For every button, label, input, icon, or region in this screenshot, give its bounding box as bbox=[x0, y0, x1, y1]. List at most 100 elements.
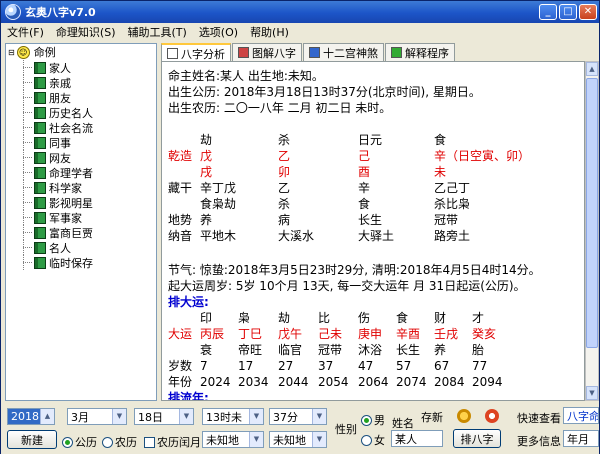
info-line: 出生农历: 二〇一八年 二月 初二日 未时。 bbox=[168, 101, 392, 115]
maximize-icon[interactable]: □ bbox=[559, 4, 577, 20]
tree-item[interactable]: 家人 bbox=[6, 60, 156, 75]
paibazi-button[interactable]: 排八字 bbox=[453, 429, 501, 448]
minimize-icon[interactable]: _ bbox=[539, 4, 557, 20]
scroll-down-icon[interactable]: ▼ bbox=[586, 386, 598, 400]
menu-file[interactable]: 文件(F) bbox=[1, 24, 50, 40]
tree-item-label: 富商巨贾 bbox=[49, 226, 93, 240]
minute-select[interactable]: 37分 ▼ bbox=[269, 408, 327, 425]
book-icon bbox=[34, 166, 46, 179]
dayun-cell: 帝旺 bbox=[238, 343, 263, 357]
scroll-up-icon[interactable]: ▲ bbox=[586, 62, 598, 76]
tree-item-label: 命理学者 bbox=[49, 166, 93, 180]
tree-item[interactable]: 富商巨贾 bbox=[6, 225, 156, 240]
dayun-cell: 37 bbox=[318, 359, 334, 373]
lunar-radio[interactable]: 农历 bbox=[102, 434, 137, 450]
pillar-cell: 食 bbox=[358, 197, 371, 211]
radio-dot[interactable] bbox=[62, 436, 73, 448]
name-input[interactable]: 某人 bbox=[391, 430, 443, 447]
info-line: 命主姓名:某人 出生地:未知。 bbox=[168, 69, 324, 83]
row-label: 地势 bbox=[168, 213, 193, 227]
save-label[interactable]: 存新 bbox=[421, 409, 443, 425]
dayun-cell: 壬戌 bbox=[434, 327, 459, 341]
collapse-icon[interactable]: ⊟ bbox=[8, 48, 15, 57]
book-icon bbox=[34, 61, 46, 74]
more-info-label[interactable]: 更多信息 bbox=[517, 433, 561, 449]
day-select[interactable]: 18日 ▼ bbox=[134, 408, 194, 425]
quick-view-label: 快速查看 bbox=[517, 412, 561, 425]
book-icon bbox=[34, 151, 46, 164]
tree-item-label: 社会名流 bbox=[49, 121, 93, 135]
tree-item[interactable]: 名人 bbox=[6, 240, 156, 255]
menu-knowledge[interactable]: 命理知识(S) bbox=[50, 24, 122, 40]
dayun-cell: 戊午 bbox=[278, 327, 303, 341]
dayun-cell: 2094 bbox=[472, 375, 503, 389]
tree-item[interactable]: 命理学者 bbox=[6, 165, 156, 180]
radio-dot[interactable] bbox=[102, 436, 113, 448]
chevron-down-icon[interactable]: ▼ bbox=[312, 409, 326, 424]
tree-item[interactable]: 同事 bbox=[6, 135, 156, 150]
dayun-cell: 2044 bbox=[278, 375, 309, 389]
scroll-thumb[interactable] bbox=[586, 78, 598, 348]
chevron-down-icon[interactable]: ▼ bbox=[112, 409, 126, 424]
dayun-cell: 长生 bbox=[396, 343, 421, 357]
hour-select[interactable]: 13时未 ▼ bbox=[202, 408, 264, 425]
menu-tools[interactable]: 辅助工具(T) bbox=[122, 24, 193, 40]
chevron-down-icon[interactable]: ▼ bbox=[312, 432, 326, 447]
tree-root[interactable]: ⊟ ☺ 命例 bbox=[6, 44, 156, 60]
menu-options[interactable]: 选项(O) bbox=[193, 24, 244, 40]
chevron-down-icon[interactable]: ▼ bbox=[249, 409, 263, 424]
tree-item-label: 军事家 bbox=[49, 211, 82, 225]
year-value: 2018 bbox=[11, 410, 39, 423]
program-icon bbox=[391, 47, 402, 58]
solar-radio[interactable]: 公历 bbox=[62, 434, 97, 450]
quick-view-select[interactable]: 八字命盘 bbox=[563, 407, 599, 424]
tree-item[interactable]: 社会名流 bbox=[6, 120, 156, 135]
close-icon[interactable]: ✕ bbox=[579, 4, 597, 20]
month-select[interactable]: 3月 ▼ bbox=[67, 408, 127, 425]
tree-item[interactable]: 临时保存 bbox=[6, 255, 156, 270]
stop-icon[interactable] bbox=[485, 409, 499, 423]
year-input[interactable]: 2018 ▲ bbox=[7, 408, 55, 425]
tab-bazi-analysis[interactable]: 八字分析 bbox=[161, 43, 231, 62]
radio-dot[interactable] bbox=[361, 434, 372, 446]
dayun-cell: 47 bbox=[358, 359, 374, 373]
female-radio[interactable]: 女 bbox=[361, 432, 385, 448]
leap-month-checkbox[interactable]: 农历闰月 bbox=[144, 434, 201, 450]
tree-item[interactable]: 网友 bbox=[6, 150, 156, 165]
app-window: 玄奥八字v7.0 _ □ ✕ 文件(F) 命理知识(S) 辅助工具(T) 选项(… bbox=[0, 0, 600, 454]
checkbox-box[interactable] bbox=[144, 436, 155, 448]
tree-item[interactable]: 历史名人 bbox=[6, 105, 156, 120]
case-tree[interactable]: ⊟ ☺ 命例 家人 亲戚 朋友 历史名人 社会名流 同事 网友 命理学者 科学家 影视明星 军事家富… bbox=[5, 43, 157, 401]
chevron-down-icon[interactable]: ▼ bbox=[249, 432, 263, 447]
new-button[interactable]: 新建 bbox=[7, 430, 57, 449]
year-month-select[interactable]: 年月 bbox=[563, 430, 599, 447]
tab-bazi-chart[interactable]: 图解八字 bbox=[232, 43, 302, 61]
chevron-down-icon[interactable]: ▼ bbox=[179, 409, 193, 424]
pillar-cell: 杀 bbox=[278, 133, 291, 147]
input-panel: 2018 ▲ 3月 ▼ 18日 ▼ 13时未 ▼ 37分 ▼ 性别 男 女 姓名 存新 某… bbox=[1, 403, 599, 454]
tree-item[interactable]: 科学家 bbox=[6, 180, 156, 195]
compass-icon[interactable] bbox=[457, 409, 471, 423]
birthplace-select[interactable]: 未知地 ▼ bbox=[202, 431, 264, 448]
male-label: 男 bbox=[374, 414, 385, 427]
menu-help[interactable]: 帮助(H) bbox=[244, 24, 295, 40]
document-icon bbox=[167, 48, 178, 59]
row-label: 乾造 bbox=[168, 149, 193, 163]
radio-dot[interactable] bbox=[361, 414, 372, 426]
content-scrollbar[interactable]: ▲ ▼ bbox=[585, 61, 599, 401]
book-icon bbox=[34, 241, 46, 254]
tree-item[interactable]: 影视明星 bbox=[6, 195, 156, 210]
dayun-cell: 2024 bbox=[200, 375, 231, 389]
tree-item[interactable]: 亲戚 bbox=[6, 75, 156, 90]
dayun-cell: 衰 bbox=[200, 343, 213, 357]
tree-item[interactable]: 朋友 bbox=[6, 90, 156, 105]
male-radio[interactable]: 男 bbox=[361, 412, 385, 428]
tree-item[interactable]: 军事家 bbox=[6, 210, 156, 225]
title-bar: 玄奥八字v7.0 _ □ ✕ bbox=[1, 1, 599, 23]
tab-twelve-palaces[interactable]: 十二宫神煞 bbox=[303, 43, 384, 61]
spin-icon[interactable]: ▲ bbox=[40, 409, 54, 424]
chart-icon bbox=[238, 47, 249, 58]
residence-select[interactable]: 未知地 ▼ bbox=[269, 431, 327, 448]
tab-explain[interactable]: 解释程序 bbox=[385, 43, 455, 61]
dayun-cell: 劫 bbox=[278, 311, 291, 325]
